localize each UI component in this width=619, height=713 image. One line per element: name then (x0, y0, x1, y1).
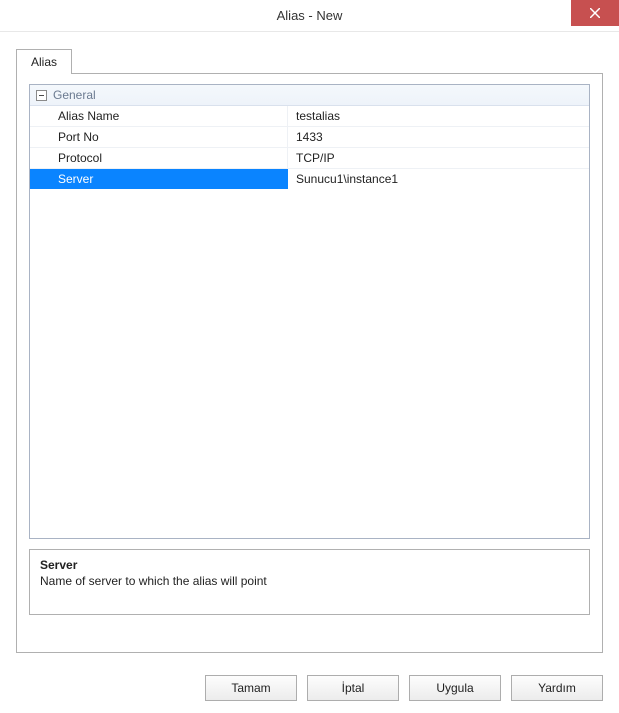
client-area: Alias General Alias Name testalias Port … (0, 32, 619, 653)
window-title: Alias - New (277, 8, 343, 23)
property-row[interactable]: Alias Name testalias (30, 106, 589, 127)
property-name: Protocol (30, 148, 288, 168)
close-button[interactable] (571, 0, 619, 26)
property-help-title: Server (40, 558, 579, 572)
property-row[interactable]: Port No 1433 (30, 127, 589, 148)
property-value[interactable]: TCP/IP (288, 148, 589, 168)
cancel-button[interactable]: İptal (307, 675, 399, 701)
property-name: Port No (30, 127, 288, 147)
property-value[interactable]: 1433 (288, 127, 589, 147)
property-row[interactable]: Server Sunucu1\instance1 (30, 169, 589, 189)
button-bar: Tamam İptal Uygula Yardım (205, 675, 603, 701)
collapse-icon[interactable] (36, 90, 47, 101)
property-name: Server (30, 169, 288, 189)
property-help-panel: Server Name of server to which the alias… (29, 549, 590, 615)
close-icon (590, 8, 600, 18)
property-value[interactable]: testalias (288, 106, 589, 126)
property-help-desc: Name of server to which the alias will p… (40, 574, 579, 588)
property-group-header[interactable]: General (30, 85, 589, 106)
property-group-name: General (53, 88, 96, 102)
ok-button[interactable]: Tamam (205, 675, 297, 701)
property-name: Alias Name (30, 106, 288, 126)
titlebar: Alias - New (0, 0, 619, 32)
property-row[interactable]: Protocol TCP/IP (30, 148, 589, 169)
tab-alias[interactable]: Alias (16, 49, 72, 74)
tab-container: Alias General Alias Name testalias Port … (16, 48, 603, 653)
help-button[interactable]: Yardım (511, 675, 603, 701)
tab-header: Alias (16, 48, 603, 73)
property-value[interactable]: Sunucu1\instance1 (288, 169, 589, 189)
property-grid: General Alias Name testalias Port No 143… (29, 84, 590, 539)
tab-panel: General Alias Name testalias Port No 143… (16, 73, 603, 653)
apply-button[interactable]: Uygula (409, 675, 501, 701)
